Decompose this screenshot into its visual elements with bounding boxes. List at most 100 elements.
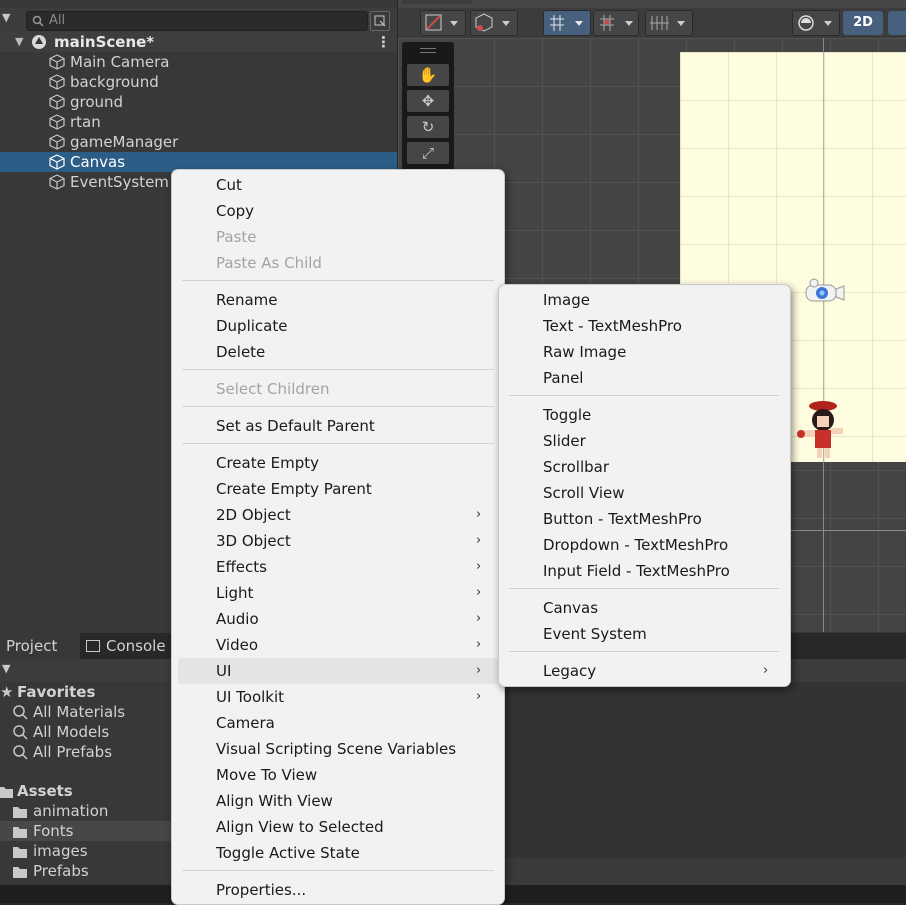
ui-menu-item-button-textmeshpro[interactable]: Button - TextMeshPro [499,506,790,532]
favorite-all-materials[interactable]: All Materials [0,702,172,722]
tab-project-label: Project [6,637,58,655]
menu-item-video[interactable]: Video › [172,632,504,658]
menu-item-cut[interactable]: Cut [172,172,504,198]
folder-prefabs[interactable]: Prefabs [0,861,172,881]
hierarchy-item-ground[interactable]: ground [0,92,397,112]
hierarchy-search-input[interactable]: All [26,11,368,31]
ui-menu-item-slider[interactable]: Slider [499,428,790,454]
menu-item-set-as-default-parent[interactable]: Set as Default Parent [172,413,504,439]
menu-item-paste: Paste [172,224,504,250]
menu-item-visual-scripting-scene-variables[interactable]: Visual Scripting Scene Variables [172,736,504,762]
ui-menu-item-dropdown-textmeshpro[interactable]: Dropdown - TextMeshPro [499,532,790,558]
menu-item-label: Button - TextMeshPro [543,510,702,528]
tab-console[interactable]: Console [80,633,172,659]
tab-scene[interactable] [402,0,472,4]
menu-item-label: Move To View [216,766,318,784]
menu-item-delete[interactable]: Delete [172,339,504,365]
kebab-menu-icon[interactable]: ⋮ [376,32,391,52]
hierarchy-item-label: background [70,73,159,91]
scene-visibility-dropdown[interactable] [792,10,840,36]
grid-snapping-button[interactable] [543,10,591,36]
favorite-all-prefabs-label: All Prefabs [33,743,113,761]
draw-mode-icon [425,14,458,31]
toggle-2d-button[interactable]: 2D [843,11,883,35]
menu-item-label: Copy [216,202,255,220]
menu-item-ui-toolkit[interactable]: UI Toolkit › [172,684,504,710]
ui-menu-item-text-textmeshpro[interactable]: Text - TextMeshPro [499,313,790,339]
hierarchy-context-menu: Cut Copy Paste Paste As Child Rename Duplicat… [171,169,505,905]
menu-item-rename[interactable]: Rename [172,287,504,313]
render-mode-dropdown[interactable] [470,10,518,36]
lighting-toggle-button[interactable] [888,11,906,35]
menu-item-effects[interactable]: Effects › [172,554,504,580]
tab-project[interactable]: Project [0,633,80,659]
menu-item-label: Toggle Active State [216,844,360,862]
ui-menu-item-panel[interactable]: Panel [499,365,790,391]
menu-item-align-view-to-selected[interactable]: Align View to Selected [172,814,504,840]
ui-menu-item-raw-image[interactable]: Raw Image [499,339,790,365]
ui-menu-item-input-field-textmeshpro[interactable]: Input Field - TextMeshPro [499,558,790,584]
menu-item-label: Create Empty Parent [216,480,372,498]
menu-item-duplicate[interactable]: Duplicate [172,313,504,339]
ui-submenu: Image Text - TextMeshPro Raw Image Panel Tog… [498,284,791,687]
menu-item-3d-object[interactable]: 3D Object › [172,528,504,554]
menu-item-label: Rename [216,291,278,309]
hierarchy-item-background[interactable]: background [0,72,397,92]
move-tool-button[interactable]: ✥ [407,90,449,112]
ui-menu-item-scrollbar[interactable]: Scrollbar [499,454,790,480]
hierarchy-item-main-camera[interactable]: Main Camera [0,52,397,72]
menu-item-create-empty-parent[interactable]: Create Empty Parent [172,476,504,502]
gameobject-cube-icon [49,74,65,90]
ui-menu-item-toggle[interactable]: Toggle [499,402,790,428]
ui-menu-item-legacy[interactable]: Legacy › [499,658,790,684]
menu-item-camera[interactable]: Camera [172,710,504,736]
menu-item-properties[interactable]: Properties... [172,877,504,903]
menu-separator [509,395,779,396]
menu-item-toggle-active-state[interactable]: Toggle Active State [172,840,504,866]
menu-item-align-with-view[interactable]: Align With View [172,788,504,814]
hierarchy-item-gamemanager[interactable]: gameManager [0,132,397,152]
hierarchy-item-rtan[interactable]: rtan [0,112,397,132]
menu-item-copy[interactable]: Copy [172,198,504,224]
draw-mode-dropdown[interactable] [420,10,466,36]
create-dropdown-icon[interactable]: ▼ [2,11,10,24]
scene-row[interactable]: ▼ mainScene* ⋮ [0,32,397,52]
folder-icon [12,864,28,884]
foldout-arrow-icon[interactable]: ▼ [15,32,23,52]
favorite-all-models[interactable]: All Models [0,722,172,742]
favorite-all-prefabs[interactable]: All Prefabs [0,742,172,762]
snap-increment-dropdown[interactable] [593,10,639,36]
camera-gizmo-icon[interactable] [802,278,846,306]
character-sprite-icon[interactable] [793,398,849,462]
ui-menu-item-scroll-view[interactable]: Scroll View [499,480,790,506]
favorites-header-label: Favorites [17,683,96,701]
menu-item-create-empty[interactable]: Create Empty [172,450,504,476]
favorites-header[interactable]: ★ Favorites [0,682,172,702]
scene-name: mainScene* [54,33,155,51]
menu-item-2d-object[interactable]: 2D Object › [172,502,504,528]
folder-fonts[interactable]: Fonts [0,821,172,841]
folder-images[interactable]: images [0,841,172,861]
folder-animation[interactable]: animation [0,801,172,821]
menu-item-move-to-view[interactable]: Move To View [172,762,504,788]
menu-item-ui[interactable]: UI › [178,658,498,684]
menu-item-label: Scrollbar [543,458,609,476]
hierarchy-item-label: Canvas [70,153,126,171]
search-options-button[interactable] [370,11,390,31]
scale-tool-button[interactable]: ⤢ [407,142,449,164]
ui-menu-item-image[interactable]: Image [499,287,790,313]
menu-item-audio[interactable]: Audio › [172,606,504,632]
scene-tools-overlay: ✋ ✥ ↻ ⤢ [402,42,454,172]
hand-tool-button[interactable]: ✋ [407,64,449,86]
add-dropdown-icon[interactable]: ▼ [2,662,10,675]
tab-console-label: Console [106,637,166,655]
favorite-all-models-label: All Models [33,723,110,741]
assets-header[interactable]: Assets [0,781,172,801]
folder-animation-label: animation [33,802,109,820]
ui-menu-item-event-system[interactable]: Event System [499,621,790,647]
rotate-tool-button[interactable]: ↻ [407,116,449,138]
align-dropdown[interactable] [645,10,693,36]
overlay-handle[interactable] [420,48,436,49]
ui-menu-item-canvas[interactable]: Canvas [499,595,790,621]
menu-item-light[interactable]: Light › [172,580,504,606]
